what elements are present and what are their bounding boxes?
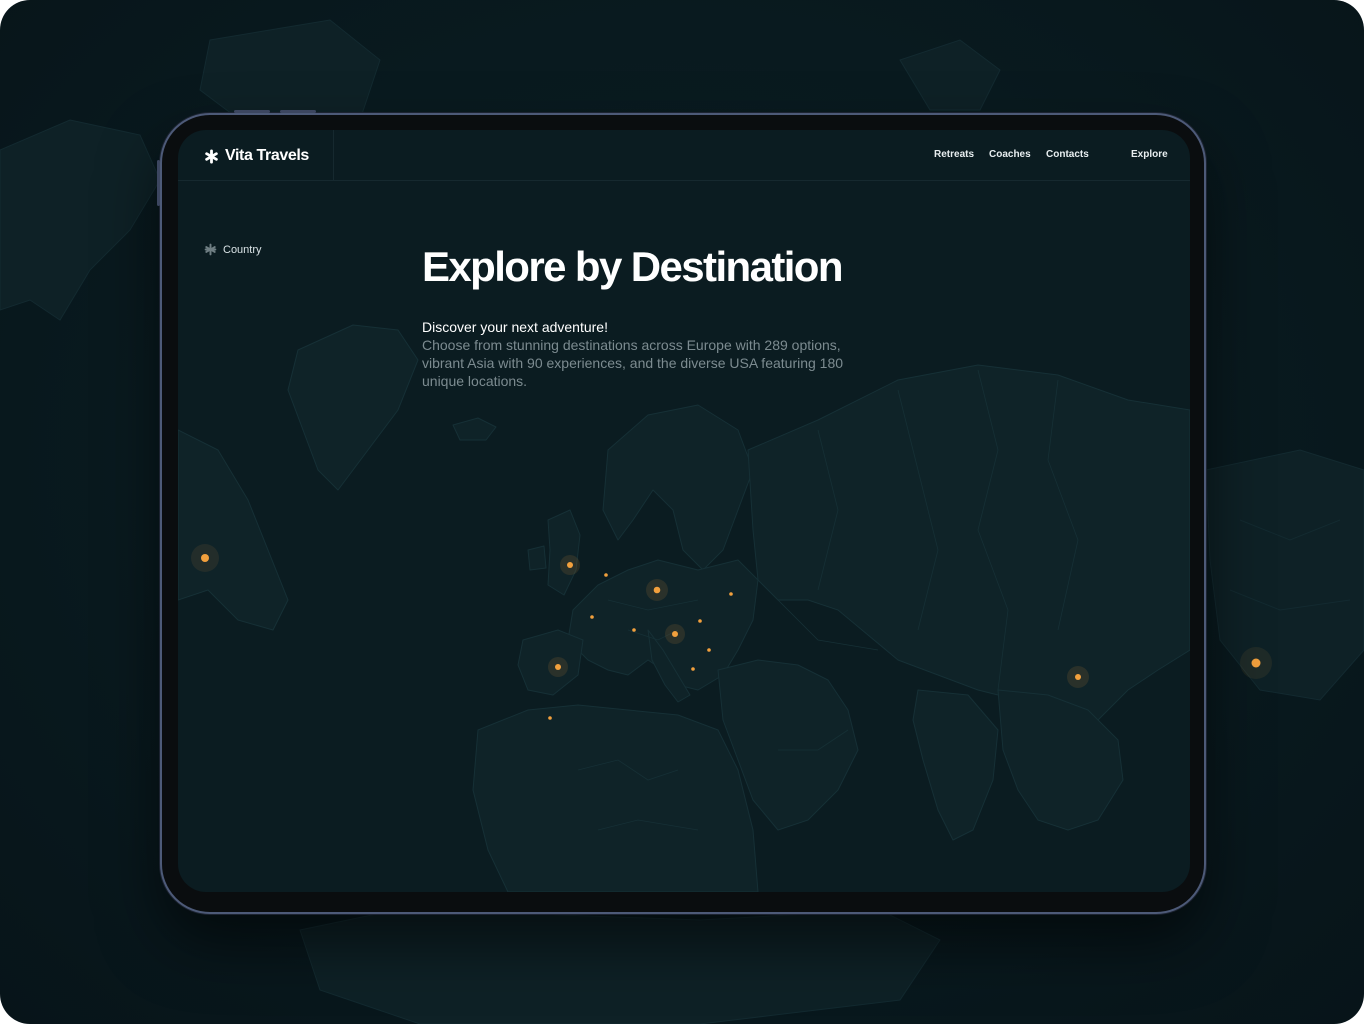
presentation-background: Vita Travels Retreats Coaches Contacts E… [0, 0, 1364, 1024]
nav-link-retreats[interactable]: Retreats [934, 149, 974, 160]
hero-lead: Discover your next adventure! [422, 319, 608, 335]
brand-logo[interactable]: Vita Travels [204, 146, 309, 166]
brand-name: Vita Travels [225, 147, 309, 164]
country-filter[interactable]: Country [204, 243, 262, 256]
nav-divider [333, 130, 334, 181]
tablet-top-button-left [234, 110, 270, 113]
nav-link-coaches[interactable]: Coaches [989, 149, 1031, 160]
tablet-screen: Vita Travels Retreats Coaches Contacts E… [178, 130, 1190, 892]
page-title: Explore by Destination [422, 243, 843, 290]
nav-link-contacts[interactable]: Contacts [1046, 149, 1089, 160]
country-filter-label: Country [223, 243, 262, 256]
tablet-top-button-right [280, 110, 316, 113]
nav-link-explore[interactable]: Explore [1131, 149, 1168, 160]
asterisk-icon [205, 148, 218, 164]
tablet-side-button [157, 160, 160, 206]
top-navigation: Vita Travels Retreats Coaches Contacts E… [178, 130, 1190, 181]
asterisk-icon [204, 243, 217, 256]
hero-description: Choose from stunning destinations across… [422, 337, 844, 389]
